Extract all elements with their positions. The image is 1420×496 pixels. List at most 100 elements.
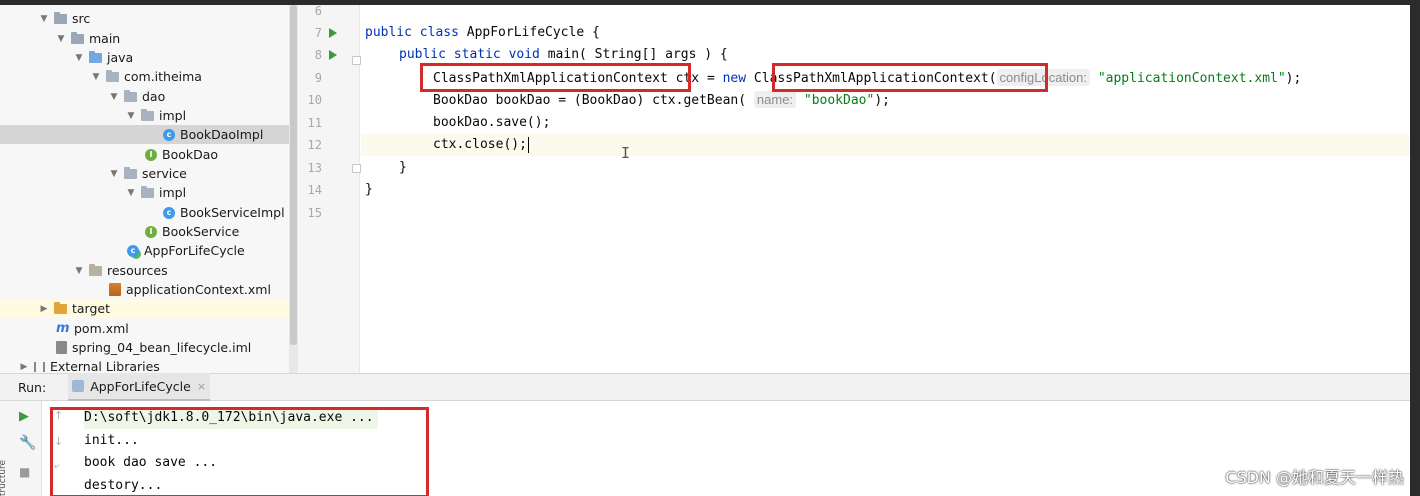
tree-item-dao-impl[interactable]: ▼ impl	[0, 106, 290, 125]
line-number: 8	[314, 48, 322, 62]
tree-scrollbar[interactable]	[289, 5, 298, 373]
interface-icon: I	[145, 225, 157, 238]
code-line-11: bookDao.save();	[433, 112, 550, 134]
run-class-icon[interactable]	[329, 28, 337, 38]
code-line-10: BookDao bookDao = (BookDao) ctx.getBean(…	[433, 89, 890, 111]
chevron-down-icon[interactable]: ▼	[90, 72, 102, 82]
code-text: AppForLifeCycle {	[458, 25, 600, 40]
run-toolbar: Run: AppForLifeCycle ×	[0, 373, 1410, 401]
module-file-icon	[56, 341, 67, 354]
folder-icon	[71, 31, 84, 44]
code-keyword: public class	[365, 25, 459, 40]
tree-item-bookservice[interactable]: I BookService	[0, 222, 290, 241]
package-icon	[141, 108, 154, 121]
runnable-class-icon: c	[127, 244, 139, 257]
code-text: );	[874, 93, 890, 108]
run-config-icon	[72, 380, 85, 392]
highlight-box-console	[50, 407, 429, 496]
resources-folder-icon	[89, 263, 102, 276]
chevron-right-icon[interactable]: ▶	[38, 304, 50, 314]
highlight-box-constructor	[772, 63, 1048, 92]
code-text: }	[365, 182, 373, 197]
package-icon	[124, 166, 137, 179]
chevron-down-icon[interactable]: ▼	[55, 34, 67, 44]
chevron-down-icon[interactable]: ▼	[73, 266, 85, 276]
line-number: 12	[307, 138, 322, 152]
tree-item-service[interactable]: ▼ service	[0, 164, 290, 183]
editor-gutter: 6 7 8 9 10 11 12 13 14 15	[298, 5, 361, 373]
rerun-icon[interactable]: ▶	[19, 409, 29, 424]
highlight-box-type	[420, 63, 691, 92]
tree-item-pom-xml[interactable]: m pom.xml	[0, 319, 290, 338]
class-icon: c	[163, 206, 175, 219]
tree-item-service-impl[interactable]: ▼ impl	[0, 183, 290, 202]
tree-item-bookserviceimpl[interactable]: c BookServiceImpl	[0, 203, 290, 222]
interface-icon: I	[145, 148, 157, 161]
class-icon: c	[163, 128, 175, 141]
wrench-icon[interactable]: 🔧	[19, 435, 36, 451]
library-icon	[34, 361, 45, 372]
code-line-7: public class AppForLifeCycle {	[365, 22, 600, 44]
package-icon	[106, 69, 119, 82]
tree-item-java[interactable]: ▼ java	[0, 48, 290, 67]
code-line-14: }	[365, 179, 373, 201]
run-console[interactable]: ▶ 🔧 ■ ↑ ↓ ⤶ D:\soft\jdk1.8.0_172\bin\jav…	[0, 401, 1410, 496]
tree-item-dao[interactable]: ▼ dao	[0, 87, 290, 106]
chevron-down-icon[interactable]: ▼	[125, 188, 137, 198]
tree-item-main[interactable]: ▼ main	[0, 29, 290, 48]
line-number: 14	[307, 183, 322, 197]
tree-item-target[interactable]: ▶ target	[0, 299, 290, 318]
line-number: 10	[307, 93, 322, 107]
chevron-down-icon[interactable]: ▼	[73, 53, 85, 63]
tree-item-applicationcontext-xml[interactable]: applicationContext.xml	[0, 280, 290, 299]
maven-icon: m	[56, 321, 70, 336]
chevron-right-icon[interactable]: ▶	[18, 362, 30, 372]
chevron-down-icon[interactable]: ▼	[108, 92, 120, 102]
project-tree: ▼ src ▼ main ▼ java ▼ com.itheima ▼ dao …	[0, 5, 298, 373]
code-keyword: new	[722, 71, 747, 86]
code-string: "applicationContext.xml"	[1097, 71, 1286, 86]
tree-item-bookdao[interactable]: I BookDao	[0, 145, 290, 164]
scrollbar-thumb[interactable]	[290, 5, 297, 345]
code-text: }	[399, 160, 407, 175]
line-number: 9	[314, 71, 322, 85]
run-tab-appforlifecycle[interactable]: AppForLifeCycle ×	[68, 373, 211, 401]
folder-icon	[54, 11, 67, 24]
chevron-down-icon[interactable]: ▼	[108, 169, 120, 179]
line-number: 7	[314, 26, 322, 40]
tree-item-appforlifecycle[interactable]: c AppForLifeCycle	[0, 241, 290, 260]
close-icon[interactable]: ×	[197, 380, 206, 393]
mouse-ibeam-cursor: I	[621, 144, 631, 162]
text-caret	[527, 136, 529, 153]
code-line-12: ctx.close();	[361, 134, 1410, 156]
chevron-down-icon[interactable]: ▼	[38, 14, 50, 24]
code-string: "bookDao"	[803, 93, 875, 108]
parameter-hint: name:	[753, 91, 797, 108]
tree-item-resources[interactable]: ▼ resources	[0, 261, 290, 280]
line-number: 15	[307, 206, 322, 220]
code-text: );	[1285, 71, 1302, 86]
tree-item-iml[interactable]: spring_04_bean_lifecycle.iml	[0, 338, 290, 357]
code-editor[interactable]: 6 7 8 9 10 11 12 13 14 15 public class A…	[298, 5, 1410, 373]
fold-icon[interactable]	[352, 56, 361, 65]
tree-item-com-itheima[interactable]: ▼ com.itheima	[0, 67, 290, 86]
line-number: 11	[307, 116, 322, 130]
code-keyword: public static void	[399, 47, 540, 62]
code-line-13: }	[399, 157, 407, 179]
xml-file-icon	[109, 283, 121, 296]
fold-icon[interactable]	[352, 164, 361, 173]
line-number: 13	[307, 161, 322, 175]
tree-item-external-libraries[interactable]: ▶ External Libraries	[0, 357, 290, 373]
run-label: Run:	[18, 379, 47, 395]
tree-item-src[interactable]: ▼ src	[0, 9, 290, 28]
stop-icon[interactable]: ■	[19, 465, 30, 479]
structure-side-tab[interactable]: Structure	[0, 460, 8, 496]
package-icon	[124, 89, 137, 102]
tree-item-bookdaoimpl[interactable]: c BookDaoImpl	[0, 125, 290, 144]
run-main-icon[interactable]	[329, 50, 337, 60]
ide-window: ▼ src ▼ main ▼ java ▼ com.itheima ▼ dao …	[0, 5, 1410, 496]
code-text: main( String[] args ) {	[539, 47, 728, 62]
chevron-down-icon[interactable]: ▼	[125, 111, 137, 121]
code-text: BookDao bookDao = (BookDao) ctx.getBean(	[433, 93, 747, 108]
package-icon	[141, 185, 154, 198]
